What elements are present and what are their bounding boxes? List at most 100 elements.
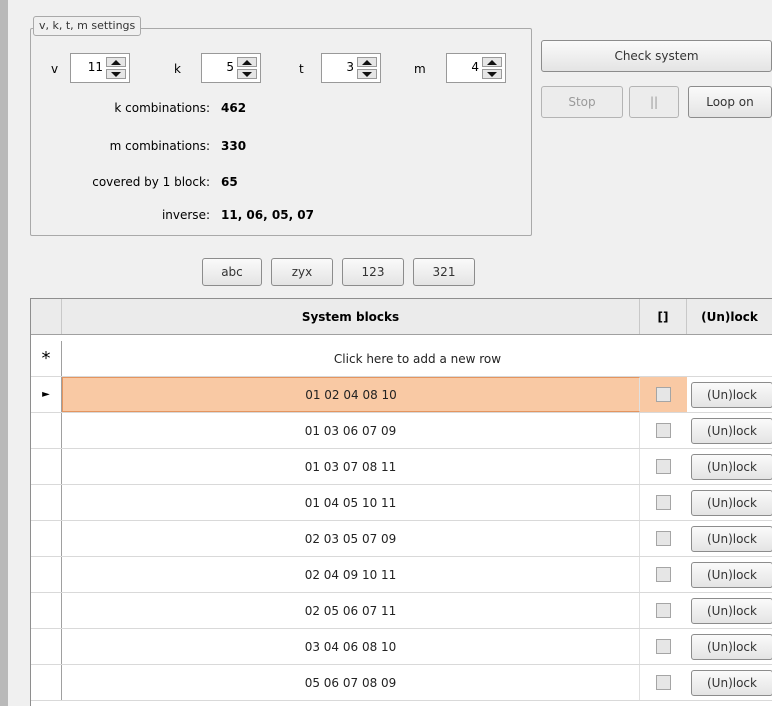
table-row[interactable]: 02 05 06 07 11 (Un)lock <box>31 593 772 629</box>
row-checkbox[interactable] <box>656 531 671 546</box>
m-spinner[interactable]: 4 <box>446 53 506 83</box>
sort-abc-button[interactable]: abc <box>202 258 262 286</box>
unlock-button[interactable]: (Un)lock <box>691 453 772 480</box>
covered-label: covered by 1 block: <box>92 175 210 189</box>
sort-zyx-button[interactable]: zyx <box>271 258 333 286</box>
current-row-arrow-icon[interactable]: ► <box>31 377 62 412</box>
unlock-button[interactable]: (Un)lock <box>691 633 772 660</box>
unlock-cell: (Un)lock <box>687 521 772 556</box>
header-row-selector[interactable] <box>31 299 62 334</box>
row-checkbox[interactable] <box>656 603 671 618</box>
row-checkbox[interactable] <box>656 387 671 402</box>
table-row[interactable]: 02 03 05 07 09 (Un)lock <box>31 521 772 557</box>
header-checkbox[interactable]: [] <box>640 299 687 334</box>
unlock-button[interactable]: (Un)lock <box>691 525 772 552</box>
table-row[interactable]: 01 04 05 10 11 (Un)lock <box>31 485 772 521</box>
m-label: m <box>414 62 426 76</box>
k-combinations-label: k combinations: <box>114 101 210 115</box>
row-header-cell[interactable] <box>31 485 62 520</box>
v-down-arrow-icon[interactable] <box>106 69 126 79</box>
row-header-cell[interactable] <box>31 449 62 484</box>
row-header-cell[interactable] <box>31 629 62 664</box>
row-header-cell[interactable] <box>31 557 62 592</box>
t-value: 3 <box>346 60 354 74</box>
system-block-cell[interactable]: 01 03 06 07 09 <box>62 413 640 448</box>
m-up-arrow-icon[interactable] <box>482 57 502 67</box>
system-block-cell[interactable]: 02 05 06 07 11 <box>62 593 640 628</box>
system-block-cell[interactable]: 05 06 07 08 09 <box>62 665 640 700</box>
system-block-cell[interactable]: 01 04 05 10 11 <box>62 485 640 520</box>
table-row[interactable]: 03 04 06 08 10 (Un)lock <box>31 629 772 665</box>
checkbox-cell <box>640 413 687 448</box>
v-label: v <box>51 62 59 76</box>
unlock-cell: (Un)lock <box>687 485 772 520</box>
table-row[interactable]: 01 03 06 07 09 (Un)lock <box>31 413 772 449</box>
sort-321-button[interactable]: 321 <box>413 258 475 286</box>
t-label: t <box>299 62 304 76</box>
new-row[interactable]: * Click here to add a new row <box>31 341 772 377</box>
loop-on-button[interactable]: Loop on <box>688 86 772 118</box>
unlock-button[interactable]: (Un)lock <box>691 381 772 408</box>
new-row-asterisk-icon: * <box>31 341 62 376</box>
new-row-text[interactable]: Click here to add a new row <box>62 341 772 376</box>
stop-button[interactable]: Stop <box>541 86 623 118</box>
checkbox-cell <box>640 557 687 592</box>
t-up-arrow-icon[interactable] <box>357 57 377 67</box>
system-block-cell[interactable]: 03 04 06 08 10 <box>62 629 640 664</box>
checkbox-cell <box>640 485 687 520</box>
m-down-arrow-icon[interactable] <box>482 69 502 79</box>
table-row[interactable]: ► 01 02 04 08 10 (Un)lock <box>31 377 772 413</box>
unlock-cell: (Un)lock <box>687 557 772 592</box>
unlock-cell: (Un)lock <box>687 593 772 628</box>
t-down-arrow-icon[interactable] <box>357 69 377 79</box>
row-header-cell[interactable] <box>31 413 62 448</box>
unlock-button[interactable]: (Un)lock <box>691 489 772 516</box>
unlock-cell: (Un)lock <box>687 449 772 484</box>
pause-button[interactable]: || <box>629 86 679 118</box>
row-header-cell[interactable] <box>31 521 62 556</box>
k-up-arrow-icon[interactable] <box>237 57 257 67</box>
unlock-button[interactable]: (Un)lock <box>691 417 772 444</box>
table-row[interactable]: 01 03 07 08 11 (Un)lock <box>31 449 772 485</box>
system-block-cell[interactable]: 01 03 07 08 11 <box>62 449 640 484</box>
row-header-cell[interactable] <box>31 665 62 700</box>
unlock-button[interactable]: (Un)lock <box>691 561 772 588</box>
row-checkbox[interactable] <box>656 459 671 474</box>
row-checkbox[interactable] <box>656 639 671 654</box>
m-value: 4 <box>471 60 479 74</box>
v-value: 11 <box>87 60 103 74</box>
checkbox-cell <box>640 377 687 412</box>
v-spinner[interactable]: 11 <box>70 53 130 83</box>
unlock-button[interactable]: (Un)lock <box>691 669 772 696</box>
checkbox-cell <box>640 665 687 700</box>
sort-123-button[interactable]: 123 <box>342 258 404 286</box>
k-combinations-value: 462 <box>221 101 247 115</box>
system-blocks-grid[interactable]: System blocks [] (Un)lock * Click here t… <box>30 298 772 706</box>
unlock-cell: (Un)lock <box>687 413 772 448</box>
t-spinner[interactable]: 3 <box>321 53 381 83</box>
grid-header: System blocks [] (Un)lock <box>31 299 772 335</box>
row-checkbox[interactable] <box>656 567 671 582</box>
k-spinner[interactable]: 5 <box>201 53 261 83</box>
v-up-arrow-icon[interactable] <box>106 57 126 67</box>
settings-group-title: v, k, t, m settings <box>33 16 142 36</box>
unlock-button[interactable]: (Un)lock <box>691 597 772 624</box>
system-block-cell[interactable]: 02 03 05 07 09 <box>62 521 640 556</box>
k-down-arrow-icon[interactable] <box>237 69 257 79</box>
header-unlock[interactable]: (Un)lock <box>687 299 772 334</box>
inverse-value: 11, 06, 05, 07 <box>221 208 315 222</box>
table-row[interactable]: 05 06 07 08 09 (Un)lock <box>31 665 772 701</box>
check-system-button[interactable]: Check system <box>541 40 772 72</box>
header-system-blocks[interactable]: System blocks <box>62 299 640 334</box>
unlock-cell: (Un)lock <box>687 377 772 412</box>
system-block-cell[interactable]: 02 04 09 10 11 <box>62 557 640 592</box>
system-block-cell[interactable]: 01 02 04 08 10 <box>62 377 640 412</box>
checkbox-cell <box>640 593 687 628</box>
table-row[interactable]: 02 04 09 10 11 (Un)lock <box>31 557 772 593</box>
row-header-cell[interactable] <box>31 593 62 628</box>
row-checkbox[interactable] <box>656 423 671 438</box>
row-checkbox[interactable] <box>656 675 671 690</box>
unlock-cell: (Un)lock <box>687 629 772 664</box>
k-label: k <box>174 62 181 76</box>
row-checkbox[interactable] <box>656 495 671 510</box>
